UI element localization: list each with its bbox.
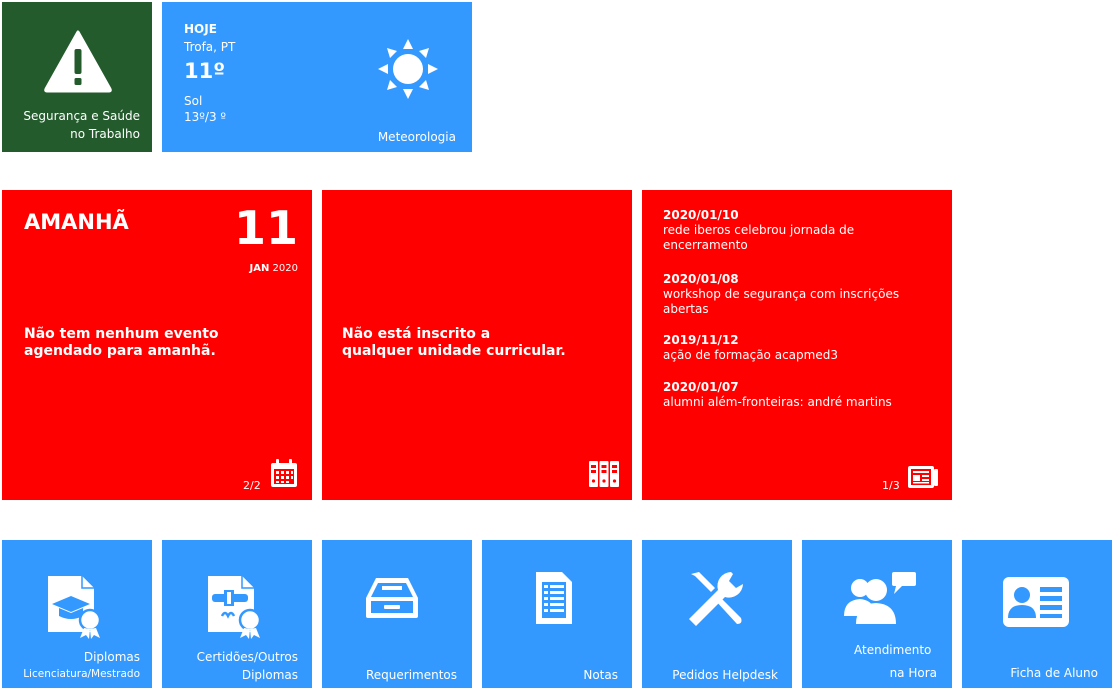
grades-label: Notas [583,668,618,682]
warning-triangle-icon [44,30,112,93]
agenda-day-number: 11 [233,201,298,255]
weather-label: Meteorologia [377,130,456,144]
sun-icon [378,39,438,99]
attendance-tile[interactable]: Atendimento na Hora [802,540,952,688]
safety-label-line1: Segurança e Saúde [23,109,140,123]
requests-label: Requerimentos [365,668,457,682]
requests-tile[interactable]: Requerimentos [322,540,472,688]
diploma-certificate-icon [48,576,102,639]
agenda-pager[interactable]: 2/2 [243,479,261,492]
agenda-message-line1: Não tem nenhum evento [24,326,219,342]
newspaper-icon[interactable] [907,465,939,489]
news-date: 2019/11/12 [663,333,739,347]
news-headline: workshop de segurança com inscrições [663,287,900,301]
helpdesk-tile[interactable]: Pedidos Helpdesk [642,540,792,688]
document-list-icon [536,572,572,624]
binders-icon [589,461,619,487]
weather-location: Trofa, PT [184,40,236,54]
weather-range: 13º/3 º [184,110,227,124]
news-item[interactable]: 2020/01/10 rede iberos celebrou jornada … [663,208,943,253]
news-pager[interactable]: 1/3 [882,479,900,492]
diplomas-tile[interactable]: Diplomas Licenciatura/Mestrado [2,540,152,688]
news-date: 2020/01/07 [663,380,739,394]
news-headline: rede iberos celebrou jornada de [663,223,855,237]
weather-condition: Sol [184,94,203,108]
news-date: 2020/01/08 [663,272,739,286]
agenda-month: JAN [249,263,270,274]
certificates-tile[interactable]: Certidões/Outros Diplomas [162,540,312,688]
calendar-icon[interactable] [270,458,298,488]
news-item[interactable]: 2019/11/12 ação de formação acapmed3 [663,333,943,363]
weather-day: HOJE [184,22,217,36]
inbox-tray-icon [366,578,418,618]
certificates-label-line2: Diplomas [241,668,298,682]
student-record-tile[interactable]: Ficha de Aluno [962,540,1112,688]
certificate-document-icon [208,576,262,639]
weather-temperature: 11º [184,59,226,83]
safety-label-line2: no Trabalho [70,127,140,141]
news-item[interactable]: 2020/01/08 workshop de segurança com ins… [663,272,943,317]
people-chat-icon [844,572,916,624]
agenda-tile[interactable]: AMANHÃ 11 JAN 2020 Não tem nenhum evento… [2,190,312,500]
news-headline-cont: abertas [663,302,709,316]
agenda-year: 2020 [272,263,298,274]
courses-tile[interactable]: Não está inscrito a qualquer unidade cur… [322,190,632,500]
attendance-label-line2: na Hora [889,666,937,680]
student-record-label: Ficha de Aluno [1010,666,1098,680]
weather-tile[interactable]: HOJE Trofa, PT 11º Sol 13º/3 º Meteorolo… [162,2,472,152]
news-headline: alumni além-fronteiras: andré martins [663,395,892,409]
courses-message-line1: Não está inscrito a [342,326,491,342]
agenda-month-year: JAN 2020 [250,263,298,274]
safety-tile[interactable]: Segurança e Saúde no Trabalho [2,2,152,152]
agenda-message-line2: agendado para amanhã. [24,343,216,359]
id-card-icon [1003,577,1069,627]
news-tile[interactable]: 2020/01/10 rede iberos celebrou jornada … [642,190,952,500]
courses-message-line2: qualquer unidade curricular. [342,343,566,359]
tools-icon [689,572,743,626]
news-headline-cont: encerramento [663,238,748,252]
grades-tile[interactable]: Notas [482,540,632,688]
certificates-label-line1: Certidões/Outros [196,650,298,664]
news-item[interactable]: 2020/01/07 alumni além-fronteiras: andré… [663,380,943,410]
attendance-label-line1: Atendimento [854,643,932,657]
agenda-title: AMANHÃ [24,210,129,234]
news-headline: ação de formação acapmed3 [663,348,838,362]
diplomas-label-line2: Licenciatura/Mestrado [23,668,140,680]
news-date: 2020/01/10 [663,208,739,222]
helpdesk-label: Pedidos Helpdesk [672,668,778,682]
diplomas-label-line1: Diplomas [83,650,140,664]
